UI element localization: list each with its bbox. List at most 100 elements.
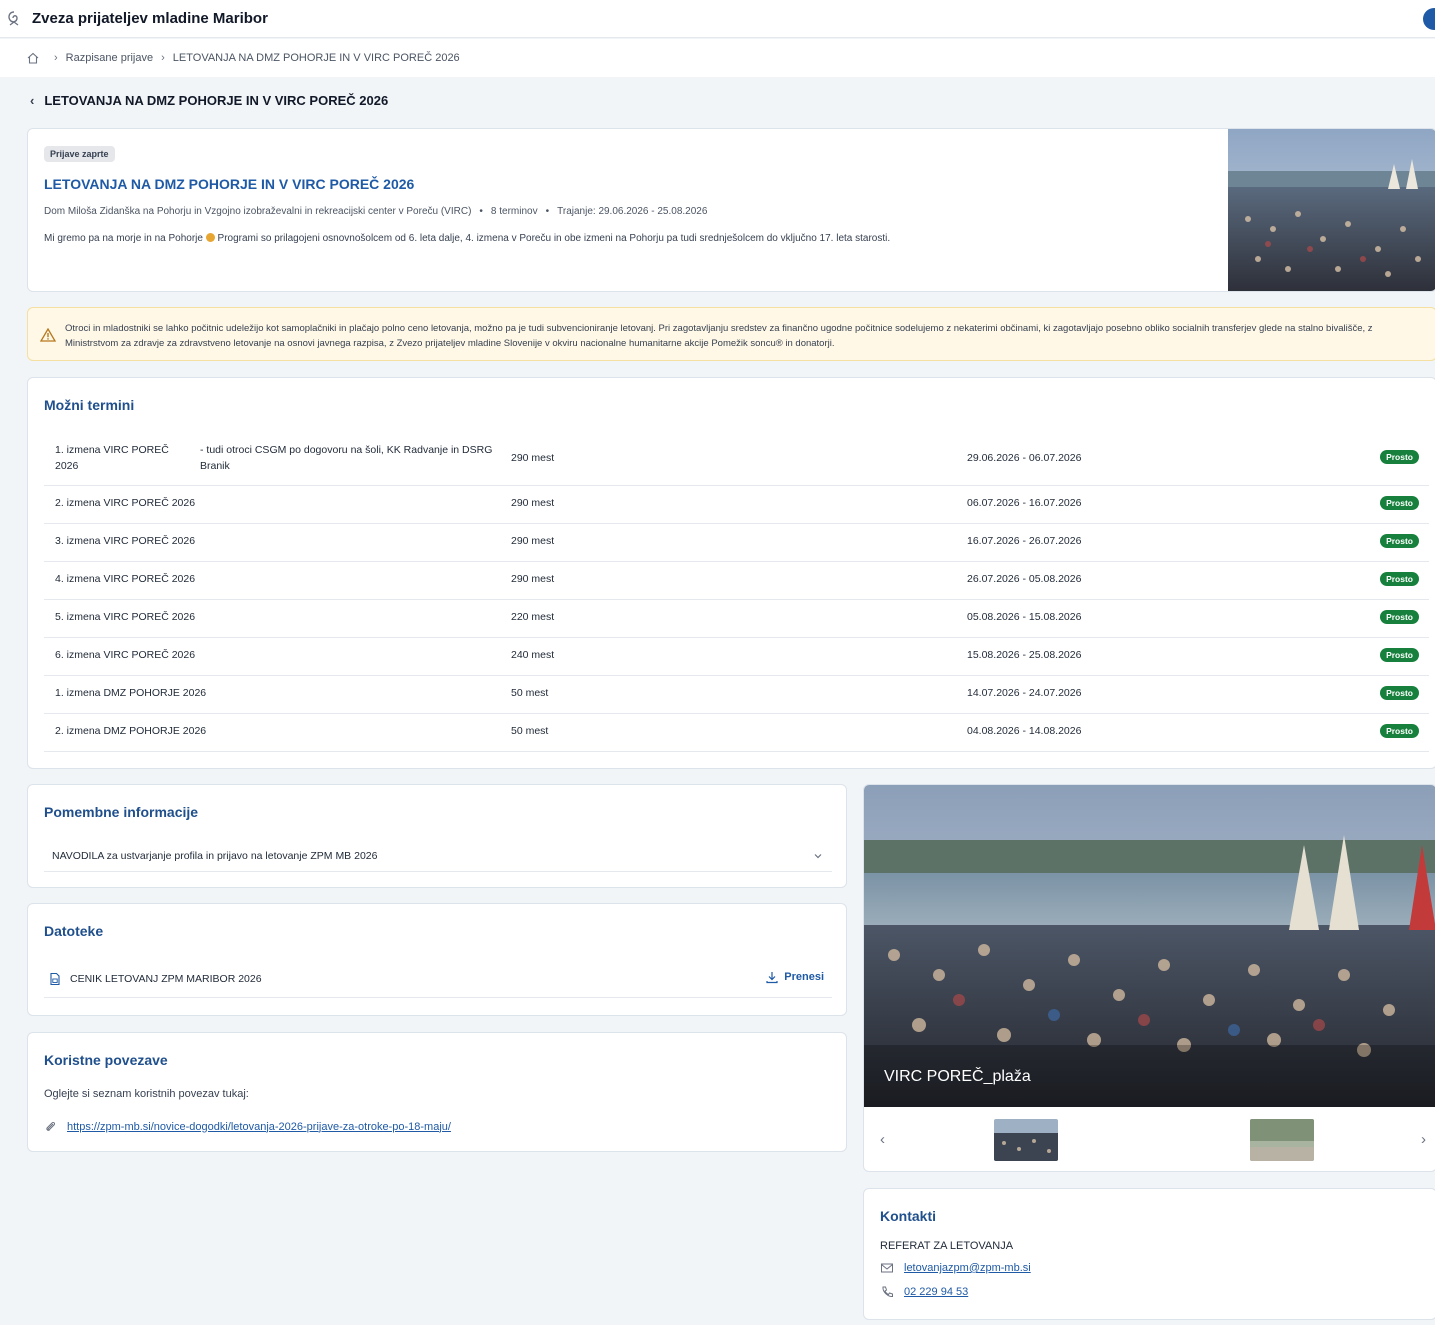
program-description: Mi gremo pa na morje in na Pohorje Progr… [44,233,1214,244]
file-name: CENIK LETOVANJ ZPM MARIBOR 2026 [70,972,262,985]
status-badge: Prosto [1380,572,1419,586]
sun-emoji-icon [205,233,215,242]
accordion-label: NAVODILA za ustvarjanje profila in prija… [52,849,378,862]
table-row[interactable]: 2. izmena VIRC POREČ 2026 290 mest 06.07… [44,486,1429,524]
gallery-thumbnail[interactable] [1250,1119,1314,1161]
program-summary-card: Prijave zaprte LETOVANJA NA DMZ POHORJE … [27,128,1435,292]
files-title: Datoteke [44,923,104,939]
contact-phone-link[interactable]: 02 229 94 53 [904,1286,968,1298]
notice-text: Otroci in mladostniki se lahko počitnic … [65,323,1373,349]
terms-card: Možni termini 1. izmena VIRC POREČ 2026 … [27,377,1435,769]
instructions-accordion[interactable]: NAVODILA za ustvarjanje profila in prija… [44,840,832,872]
gallery-photo [864,785,1435,1107]
table-row[interactable]: 3. izmena VIRC POREČ 2026 290 mest 16.07… [44,524,1429,562]
status-badge: Prosto [1380,610,1419,624]
status-badge: Prosto [1380,686,1419,700]
links-intro: Oglejte si seznam koristnih povezav tuka… [44,1088,249,1100]
term-dates: 05.08.2026 - 15.08.2026 [967,611,1082,623]
photo-gallery: VIRC POREČ_plaža ‹ › [863,784,1435,1172]
breadcrumb-separator: › [54,52,58,64]
download-label: Prenesi [784,971,824,983]
download-icon [766,972,778,984]
term-places: 50 mest [511,725,549,737]
status-badge: Prijave zaprte [44,146,115,162]
terms-title: Možni termini [44,397,135,413]
link-item: https://zpm-mb.si/novice-dogodki/letovan… [44,1120,451,1133]
term-note: - tudi otroci CSGM po dogovoru na šoli, … [200,444,493,472]
term-places: 240 mest [511,649,555,661]
file-item: CENIK LETOVANJ ZPM MARIBOR 2026 Prenesi [44,960,832,998]
subsidy-notice: Otroci in mladostniki se lahko počitnic … [27,307,1435,361]
meta-separator: • [479,206,483,217]
chevron-right-icon[interactable]: › [1421,1131,1426,1148]
status-badge: Prosto [1380,450,1419,464]
status-badge: Prosto [1380,534,1419,548]
term-places: 290 mest [511,497,555,509]
breadcrumb-separator: › [161,52,165,64]
links-title: Koristne povezave [44,1052,168,1068]
home-icon[interactable] [26,51,40,65]
status-badge: Prosto [1380,724,1419,738]
table-row[interactable]: 5. izmena VIRC POREČ 2026 220 mest 05.08… [44,600,1429,638]
contact-phone-row: 02 229 94 53 [880,1285,968,1299]
term-name: 2. izmena DMZ POHORJE 2026 [55,725,207,737]
term-name: 1. izmena DMZ POHORJE 2026 [55,687,207,699]
chevron-left-icon[interactable]: ‹ [880,1131,885,1148]
program-duration: Trajanje: 29.06.2026 - 25.08.2026 [557,206,708,217]
phone-icon [882,1286,893,1298]
paperclip-icon [46,1121,56,1131]
description-rest: Programi so prilagojeni osnovnošolcem od… [217,233,891,244]
important-info-card: Pomembne informacije NAVODILA za ustvarj… [27,784,847,888]
term-places: 290 mest [511,573,555,585]
term-name: 4. izmena VIRC POREČ 2026 [55,573,196,585]
warning-icon [40,328,56,342]
contact-email-link[interactable]: letovanjazpm@zpm-mb.si [904,1262,1031,1274]
zpm-logo-icon[interactable] [6,10,24,28]
term-places: 220 mest [511,611,555,623]
program-meta: Dom Miloša Zidanška na Pohorju in Vzgojn… [44,206,707,217]
program-location: Dom Miloša Zidanška na Pohorju in Vzgojn… [44,206,472,217]
hero-photo [1228,129,1435,291]
program-terms-count: 8 terminov [490,206,538,217]
contacts-title: Kontakti [880,1208,936,1224]
meta-separator: • [545,206,550,217]
term-dates: 04.08.2026 - 14.08.2026 [967,725,1082,737]
user-avatar[interactable] [1423,8,1435,30]
table-row[interactable]: 2. izmena DMZ POHORJE 2026 50 mest 04.08… [44,714,1429,752]
useful-links-card: Koristne povezave Oglejte si seznam kori… [27,1032,847,1152]
mail-icon [881,1263,893,1273]
breadcrumb-item-current: LETOVANJA NA DMZ POHORJE IN V VIRC POREČ… [172,52,460,64]
table-row[interactable]: 6. izmena VIRC POREČ 2026 240 mest 15.08… [44,638,1429,676]
status-badge: Prosto [1380,648,1419,662]
page-heading: ‹ LETOVANJA NA DMZ POHORJE IN V VIRC POR… [30,93,388,108]
chevron-down-icon[interactable] [812,850,824,862]
gallery-thumbnail[interactable] [994,1119,1058,1161]
chevron-left-icon[interactable]: ‹ [30,93,34,108]
term-places: 50 mest [511,687,549,699]
term-name: 2. izmena VIRC POREČ 2026 [55,497,196,509]
term-name: 5. izmena VIRC POREČ 2026 [55,611,196,623]
term-name: 6. izmena VIRC POREČ 2026 [55,649,196,661]
table-row[interactable]: 1. izmena DMZ POHORJE 2026 50 mest 14.07… [44,676,1429,714]
table-row[interactable]: 1. izmena VIRC POREČ 2026 - tudi otroci … [44,433,1429,486]
breadcrumb: › Razpisane prijave › LETOVANJA NA DMZ P… [0,39,1435,77]
status-badge: Prosto [1380,496,1419,510]
term-dates: 16.07.2026 - 26.07.2026 [967,535,1082,547]
program-title: LETOVANJA NA DMZ POHORJE IN V VIRC POREČ… [44,176,415,192]
files-card: Datoteke CENIK LETOVANJ ZPM MARIBOR 2026… [27,903,847,1016]
app-title[interactable]: Zveza prijateljev mladine Maribor [32,10,268,27]
term-dates: 06.07.2026 - 16.07.2026 [967,497,1082,509]
download-button[interactable]: Prenesi [765,970,824,984]
term-places: 290 mest [511,452,555,464]
useful-link[interactable]: https://zpm-mb.si/novice-dogodki/letovan… [67,1121,451,1133]
term-name: 1. izmena VIRC POREČ 2026 [55,444,169,472]
breadcrumb-item-razpisane[interactable]: Razpisane prijave [66,52,153,64]
file-icon [50,972,60,985]
gallery-caption: VIRC POREČ_plaža [884,1068,1031,1085]
table-row[interactable]: 4. izmena VIRC POREČ 2026 290 mest 26.07… [44,562,1429,600]
term-places: 290 mest [511,535,555,547]
top-bar: Zveza prijateljev mladine Maribor [0,0,1435,38]
page-title: LETOVANJA NA DMZ POHORJE IN V VIRC POREČ… [44,93,389,108]
contact-email-row: letovanjazpm@zpm-mb.si [880,1261,1031,1275]
contact-name: REFERAT ZA LETOVANJA [880,1240,1014,1252]
